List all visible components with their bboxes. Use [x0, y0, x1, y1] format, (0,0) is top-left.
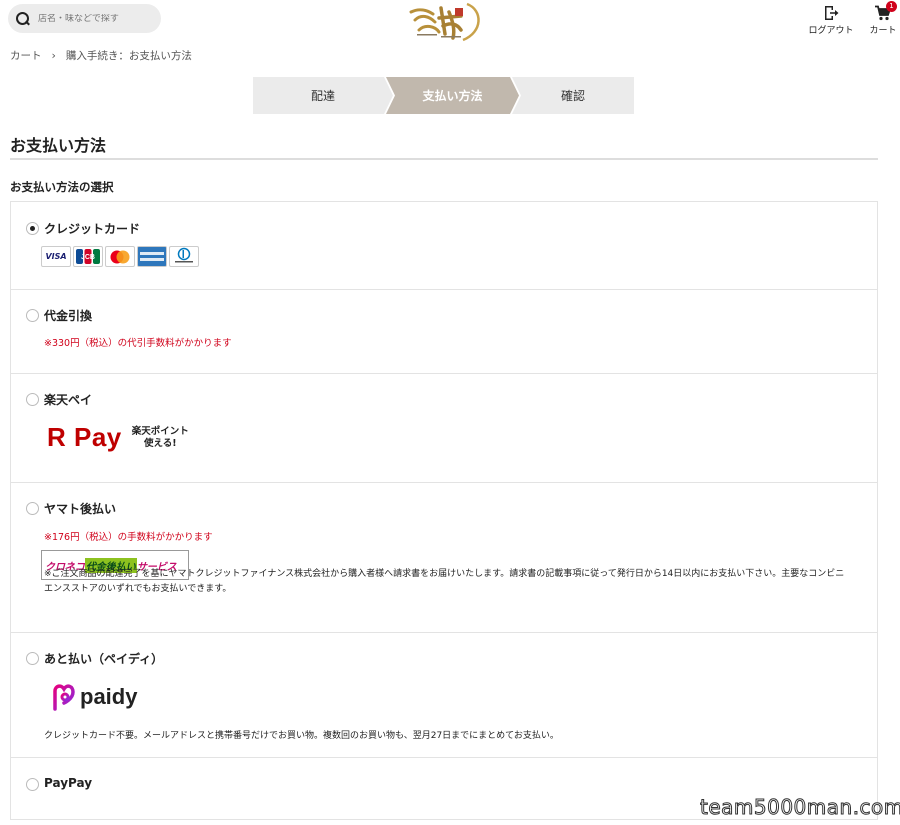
- radio-cash-on-delivery[interactable]: [26, 309, 39, 322]
- search-bar[interactable]: [8, 4, 161, 33]
- yamato-fee-note: ※176円（税込）の手数料がかかります: [44, 532, 213, 543]
- amex-icon: [137, 246, 167, 267]
- option-label: 代金引換: [44, 309, 93, 323]
- cart-label: カート: [869, 26, 897, 36]
- paidy-logo-text: paidy: [80, 684, 138, 709]
- option-label: PayPay: [44, 776, 93, 790]
- option-label: 楽天ペイ: [44, 393, 93, 407]
- paidy-note: クレジットカード不要。メールアドレスと携帯番号だけでお買い物。複数回のお買い物も…: [44, 731, 559, 741]
- paidy-logo: paidy: [51, 683, 137, 711]
- radio-paidy[interactable]: [26, 652, 39, 665]
- cod-fee-note: ※330円（税込）の代引手数料がかかります: [44, 338, 232, 349]
- rakuten-caption-line1: 楽天ポイント: [131, 425, 189, 437]
- card-brand-logos: VISA JCB: [41, 246, 199, 267]
- step-confirm: 確認: [512, 77, 634, 114]
- radio-yamato-deferred[interactable]: [26, 502, 39, 515]
- step-label: 支払い方法: [422, 89, 483, 103]
- breadcrumb-cart-link[interactable]: カート: [10, 48, 42, 63]
- yamato-note: ※ご注文商品の配達完了を基にヤマトクレジットファイナンス株式会社から購入者様へ請…: [44, 567, 864, 597]
- step-label: 確認: [560, 89, 585, 103]
- option-label: あと払い（ペイディ）: [44, 652, 164, 666]
- svg-text:JCB: JCB: [81, 254, 95, 261]
- breadcrumb: カート › 購入手続き：お支払い方法: [10, 48, 192, 63]
- option-yamato-deferred[interactable]: ヤマト後払い ※176円（税込）の手数料がかかります クロネコ 代金後払い サー…: [11, 483, 877, 633]
- cart-count-badge: 1: [886, 1, 897, 12]
- site-logo[interactable]: [405, 0, 483, 42]
- option-credit-card[interactable]: クレジットカード VISA JCB: [11, 202, 877, 290]
- payment-options: クレジットカード VISA JCB 代金引換 ※330円（税込）の代引手数料がか…: [10, 201, 878, 820]
- search-input[interactable]: [38, 13, 148, 24]
- visa-icon: VISA: [41, 246, 71, 267]
- radio-credit-card[interactable]: [26, 222, 39, 235]
- rakuten-pay-logo: R Pay 楽天ポイント 使える!: [47, 422, 189, 453]
- checkout-steps: 配達 支払い方法 確認: [253, 77, 634, 114]
- logo-icon: [409, 2, 480, 42]
- step-delivery: 配達: [253, 77, 393, 114]
- step-label: 配達: [310, 89, 335, 103]
- title-divider: [10, 158, 878, 160]
- option-label: クレジットカード: [44, 222, 141, 236]
- chevron-right-icon: ›: [51, 49, 56, 62]
- page-title: お支払い方法: [10, 136, 107, 155]
- rakuten-caption-line2: 使える!: [143, 437, 177, 449]
- paidy-logo-icon: [53, 684, 75, 711]
- radio-paypay[interactable]: [26, 778, 39, 791]
- mastercard-icon: [105, 246, 135, 267]
- diners-club-icon: [169, 246, 199, 267]
- breadcrumb-current: 購入手続き：お支払い方法: [65, 50, 192, 62]
- option-rakuten-pay[interactable]: 楽天ペイ R Pay 楽天ポイント 使える!: [11, 374, 877, 483]
- cart-button[interactable]: 1 カート: [866, 1, 900, 36]
- radio-rakuten-pay[interactable]: [26, 393, 39, 406]
- yamato-note-line2: エンスストアのいずれでもお支払いできます。: [44, 584, 232, 594]
- rakuten-pay-logo-text: R Pay: [47, 422, 122, 452]
- step-payment: 支払い方法: [386, 77, 519, 114]
- yamato-note-line1: ※ご注文商品の配達完了を基にヤマトクレジットファイナンス株式会社から購入者様へ請…: [44, 569, 845, 579]
- search-icon: [16, 11, 30, 26]
- option-cash-on-delivery[interactable]: 代金引換 ※330円（税込）の代引手数料がかかります: [11, 290, 877, 374]
- logout-label: ログアウト: [808, 26, 854, 36]
- logout-button[interactable]: ログアウト: [806, 5, 856, 36]
- section-title: お支払い方法の選択: [10, 180, 114, 194]
- option-paidy[interactable]: あと払い（ペイディ） paidy クレジットカード不要。メールアドレスと携帯番号…: [11, 633, 877, 758]
- watermark: team5000man.com: [700, 795, 900, 820]
- logout-icon: [825, 6, 839, 20]
- option-label: ヤマト後払い: [44, 502, 117, 516]
- jcb-icon: JCB: [73, 246, 103, 267]
